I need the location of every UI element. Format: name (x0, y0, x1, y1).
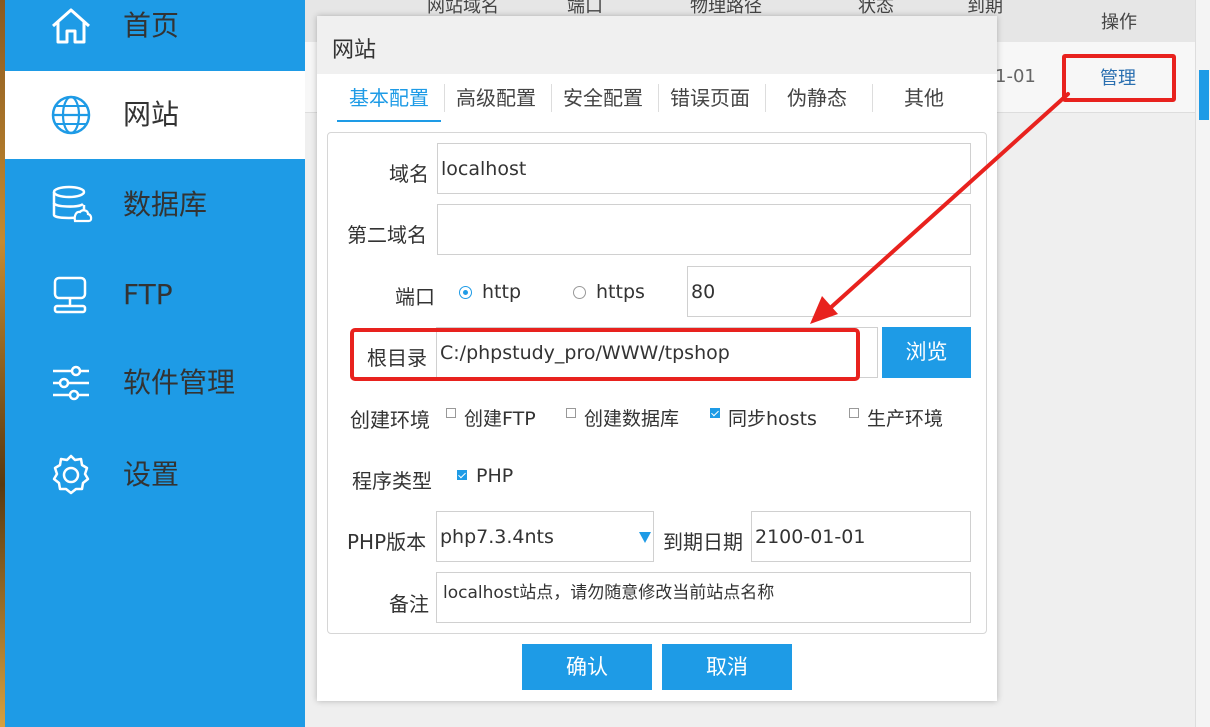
https-radio-label: https (596, 281, 645, 303)
sliders-icon (53, 365, 89, 401)
sidebar-item-label: 首页 (123, 9, 180, 42)
expiry-cell: 1-01 (995, 66, 1036, 87)
http-radio[interactable] (459, 286, 472, 299)
program-type-label: 程序类型 (352, 469, 432, 493)
sidebar-item-label: 软件管理 (123, 366, 236, 399)
sidebar-item-label: FTP (123, 278, 173, 311)
http-radio-label: http (482, 281, 522, 303)
expiry-date-label: 到期日期 (663, 530, 743, 554)
note-label: 备注 (389, 592, 429, 616)
sidebar-item-database[interactable]: 数据库 (5, 161, 305, 249)
create-env-label: 创建环境 (350, 408, 430, 432)
cancel-button[interactable]: 取消 (662, 644, 792, 690)
database-icon (52, 185, 93, 223)
production-env-label: 生产环境 (867, 408, 944, 430)
home-icon (52, 8, 90, 44)
sidebar-item-home[interactable]: 首页 (5, 0, 305, 60)
create-database-label: 创建数据库 (584, 408, 680, 430)
sidebar: 首页 网站 数据库 FTP 软件管理 设置 (5, 0, 305, 727)
port-label: 端口 (395, 285, 435, 309)
confirm-button[interactable]: 确认 (522, 644, 652, 690)
annotation-box-root-dir (350, 328, 860, 381)
expiry-date-input[interactable]: 2100-01-01 (751, 511, 971, 562)
port-input[interactable]: 80 (687, 266, 971, 317)
column-header: 操作 (1101, 12, 1137, 33)
sidebar-item-label: 数据库 (123, 188, 208, 221)
sync-hosts-label: 同步hosts (728, 408, 817, 430)
tab-advanced[interactable]: 高级配置 (444, 76, 548, 120)
gear-icon (52, 454, 90, 495)
php-checkbox[interactable] (457, 470, 467, 480)
tab-basic[interactable]: 基本配置 (337, 76, 441, 122)
create-ftp-checkbox[interactable] (446, 408, 456, 418)
second-domain-input[interactable] (437, 204, 971, 255)
dialog-title-bar: 网站 (317, 16, 997, 74)
tab-rewrite[interactable]: 伪静态 (765, 76, 869, 120)
tab-other[interactable]: 其他 (872, 76, 976, 120)
tab-error-pages[interactable]: 错误页面 (658, 76, 762, 120)
dialog-tabs: 基本配置 高级配置 安全配置 错误页面 伪静态 其他 (337, 76, 977, 122)
php-version-select[interactable]: php7.3.4nts (436, 511, 654, 562)
sidebar-item-label: 设置 (123, 458, 180, 491)
globe-icon (51, 95, 91, 135)
php-checkbox-label: PHP (476, 465, 514, 487)
domain-label: 域名 (389, 162, 429, 186)
https-radio[interactable] (573, 286, 586, 299)
sidebar-item-ftp[interactable]: FTP (5, 251, 305, 339)
domain-input[interactable]: localhost (437, 143, 971, 194)
dialog-title: 网站 (332, 38, 377, 63)
sidebar-item-software[interactable]: 软件管理 (5, 339, 305, 427)
scrollbar[interactable] (1195, 0, 1210, 727)
create-database-checkbox[interactable] (566, 408, 576, 418)
php-version-value: php7.3.4nts (440, 526, 554, 548)
server-icon (53, 276, 87, 314)
chevron-down-icon (639, 532, 651, 543)
php-version-label: PHP版本 (347, 530, 427, 554)
sidebar-item-settings[interactable]: 设置 (5, 431, 305, 519)
tab-security[interactable]: 安全配置 (551, 76, 655, 120)
website-dialog: 网站 基本配置 高级配置 安全配置 错误页面 伪静态 其他 域名 localho… (317, 16, 997, 701)
sidebar-item-label: 网站 (123, 98, 180, 131)
note-textarea[interactable]: localhost站点，请勿随意修改当前站点名称 (436, 572, 971, 623)
second-domain-label: 第二域名 (347, 223, 427, 247)
browse-button[interactable]: 浏览 (882, 327, 971, 378)
production-env-checkbox[interactable] (849, 408, 859, 418)
create-ftp-label: 创建FTP (464, 408, 536, 430)
sidebar-item-website[interactable]: 网站 (5, 71, 305, 159)
annotation-box-manage (1062, 54, 1176, 102)
scroll-thumb[interactable] (1199, 70, 1209, 120)
sync-hosts-checkbox[interactable] (710, 408, 720, 418)
